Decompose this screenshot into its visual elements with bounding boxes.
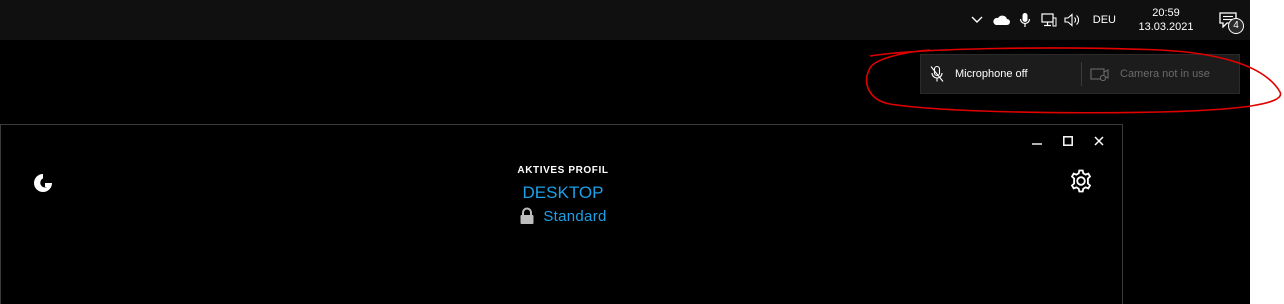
ghub-window: AKTIVES PROFIL DESKTOP Standard [0,124,1123,304]
close-button[interactable] [1083,133,1114,149]
settings-button[interactable] [1067,167,1095,195]
camera-off-icon [1090,68,1109,81]
privacy-status-flyout: Microphone off Camera not in use [920,54,1240,94]
microphone-off-icon [930,65,944,82]
active-profile-selector[interactable]: AKTIVES PROFIL DESKTOP Standard [463,165,663,225]
action-center-button[interactable]: 4 [1206,0,1250,40]
volume-icon[interactable] [1061,0,1085,40]
microphone-status-label: Microphone off [955,68,1028,80]
desktop-screen: DEU 20:59 13.03.2021 4 Microphone off Ca… [0,0,1250,304]
camera-status-label: Camera not in use [1120,68,1210,80]
clock-date: 13.03.2021 [1138,21,1194,33]
minimize-button[interactable] [1021,133,1052,149]
window-controls [1021,133,1114,149]
profile-sub-label: Standard [543,207,607,225]
gear-icon [1070,169,1092,193]
system-tray: DEU 20:59 13.03.2021 4 [965,0,1250,40]
logitech-g-logo-icon[interactable] [31,171,55,195]
clock-time: 20:59 [1152,7,1180,19]
maximize-icon [1062,136,1073,146]
maximize-button[interactable] [1052,133,1083,149]
microphone-icon[interactable] [1013,0,1037,40]
profile-sub-row[interactable]: Standard [463,207,663,225]
lock-icon [520,207,534,224]
taskbar: DEU 20:59 13.03.2021 4 [0,0,1250,40]
microphone-status[interactable]: Microphone off [921,55,1081,93]
input-language-indicator[interactable]: DEU [1085,14,1126,26]
notification-count-badge: 4 [1228,18,1244,34]
network-icon[interactable] [1037,0,1061,40]
taskbar-clock[interactable]: 20:59 13.03.2021 [1126,6,1206,34]
active-profile-name[interactable]: DESKTOP [463,183,663,203]
camera-status[interactable]: Camera not in use [1082,55,1210,93]
active-profile-label: AKTIVES PROFIL [517,165,609,176]
close-icon [1093,136,1104,146]
chevron-up-icon[interactable] [965,0,989,40]
minimize-icon [1031,143,1042,145]
onedrive-cloud-icon[interactable] [989,0,1013,40]
